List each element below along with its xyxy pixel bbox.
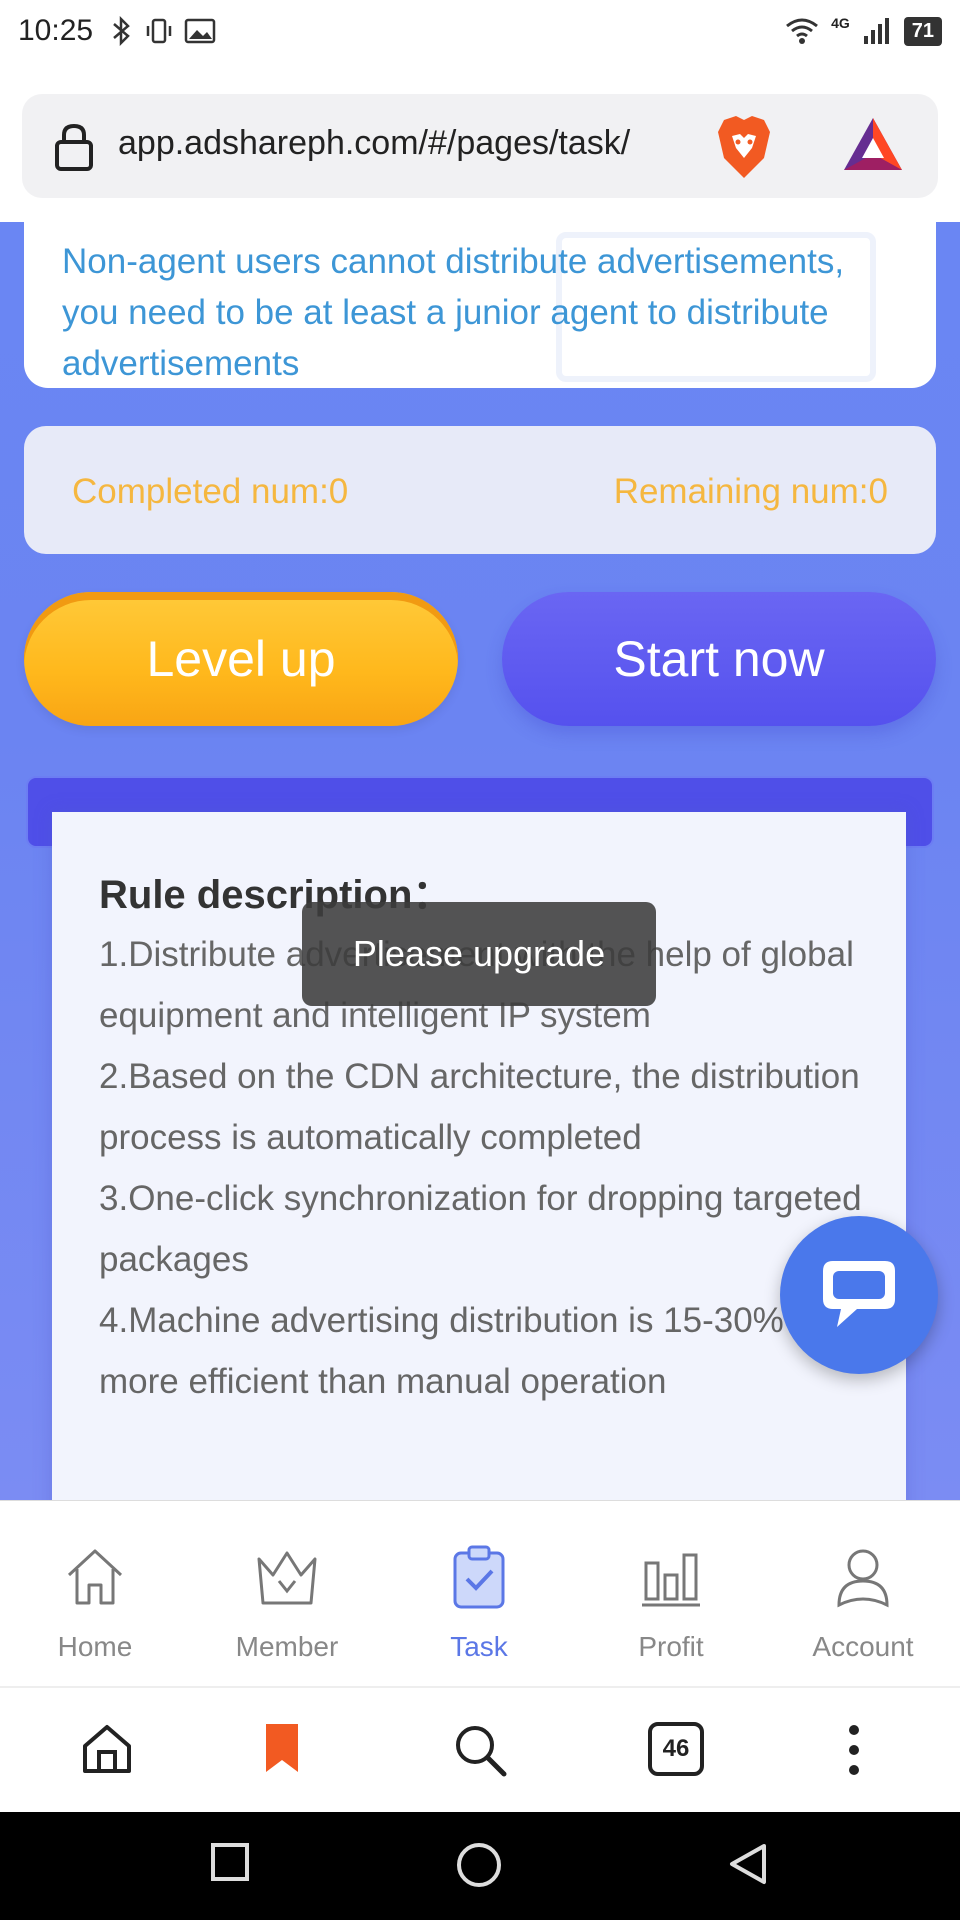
toast-message: Please upgrade [302,902,656,1006]
remaining-count: Remaining num:0 [613,472,888,511]
back-button[interactable] [726,1842,768,1891]
clipboard-check-icon [453,1545,505,1609]
bar-chart-icon [642,1553,700,1607]
completed-count: Completed num:0 [72,472,349,511]
home-icon [83,1725,131,1773]
url-text[interactable]: app.adshareph.com/#/pages/task/ [118,124,703,163]
user-icon [837,1549,889,1608]
tab-label: Task [450,1631,508,1662]
level-up-button[interactable]: Level up [24,592,458,726]
tab-home[interactable]: Home [20,1541,170,1663]
system-navigation-bar [0,1812,960,1920]
home-icon [67,1549,123,1605]
rule-item: 3.One-click synchronization for dropping… [99,1179,862,1279]
home-nav-button[interactable] [456,1842,502,1893]
tabs-count-icon: 46 [648,1722,704,1776]
circle-icon [457,1843,501,1887]
recents-button[interactable] [210,1842,250,1887]
address-bar[interactable]: app.adshareph.com/#/pages/task/ [22,94,938,198]
chat-icon [823,1261,895,1327]
task-counts-card: Completed num:0 Remaining num:0 [24,426,936,554]
tab-profit[interactable]: Profit [596,1541,746,1663]
notice-card: Non-agent users cannot distribute advert… [24,222,936,388]
tab-label: Member [235,1631,339,1662]
task-page: Non-agent users cannot distribute advert… [0,222,960,1500]
tabs-button[interactable]: 46 [648,1722,704,1776]
brave-shield-icon[interactable] [714,112,774,182]
tab-task[interactable]: Task [404,1541,554,1663]
image-icon [184,18,216,44]
bookmark-icon [266,1724,298,1772]
bookmarks-button[interactable] [262,1722,302,1781]
vibrate-icon [146,18,172,44]
browser-toolbar: app.adshareph.com/#/pages/task/ [0,72,960,222]
status-right: 4G 71 [785,15,942,46]
tab-label: Home [57,1631,133,1662]
app-tab-bar: Home Member Task Profit Account [0,1500,960,1686]
square-icon [211,1843,249,1881]
bluetooth-icon [113,16,130,46]
rule-item: 2.Based on the CDN architecture, the dis… [99,1057,860,1157]
wifi-icon [786,18,818,44]
search-icon [456,1726,507,1777]
tab-label: Account [812,1631,914,1662]
chat-button[interactable] [780,1216,938,1374]
back-triangle-icon [730,1844,766,1884]
battery-indicator: 71 [903,16,942,46]
crown-icon [257,1551,317,1605]
network-type: 4G [831,15,850,31]
tab-member[interactable]: Member [212,1541,362,1663]
start-now-button[interactable]: Start now [502,592,936,726]
status-left-icons [110,16,216,46]
status-time: 10:25 [18,14,94,47]
browser-home-button[interactable] [80,1722,134,1781]
status-bar: 10:25 4G 71 [0,0,960,72]
bat-rewards-icon[interactable] [840,114,906,174]
tab-account[interactable]: Account [788,1541,938,1663]
more-menu-button[interactable] [844,1722,864,1783]
lock-icon[interactable] [52,122,96,172]
browser-bottom-bar: 46 [0,1686,960,1812]
search-button[interactable] [452,1722,508,1783]
more-vertical-icon [849,1725,859,1775]
signal-icon [863,18,889,44]
tab-label: Profit [638,1631,704,1662]
rule-item: 4.Machine advertising distribution is 15… [99,1301,784,1401]
notice-text: Non-agent users cannot distribute advert… [62,242,845,383]
